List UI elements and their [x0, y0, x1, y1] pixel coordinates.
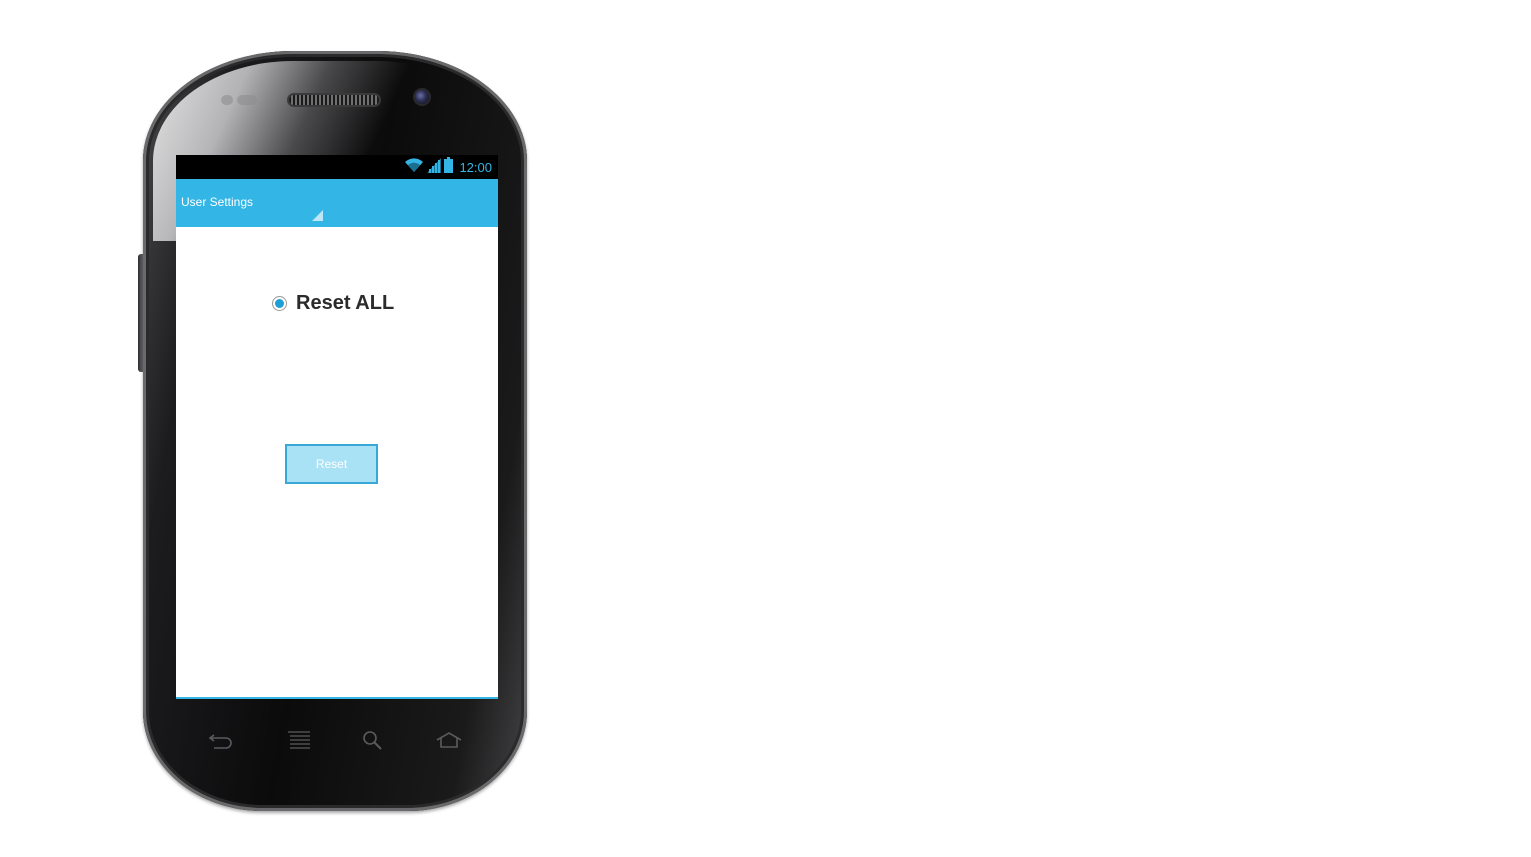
reset-all-radio[interactable]: Reset ALL: [272, 292, 394, 315]
front-camera: [415, 90, 429, 104]
radio-button[interactable]: [272, 296, 287, 311]
battery-icon: [444, 156, 454, 178]
menu-icon[interactable]: [284, 728, 314, 752]
screen-bottom-divider: [176, 697, 498, 699]
status-time: 12:00: [459, 159, 492, 175]
radio-label[interactable]: Reset ALL: [296, 292, 394, 315]
canvas: 12:00 User Settings Reset ALL Reset: [0, 0, 1531, 857]
wifi-icon: [404, 157, 424, 178]
device-screen: 12:00 User Settings Reset ALL Reset: [176, 155, 498, 699]
reset-button[interactable]: Reset: [285, 444, 378, 484]
radio-checked-dot: [275, 299, 284, 308]
action-bar-title[interactable]: User Settings: [181, 195, 253, 209]
cell-signal-icon: [427, 157, 442, 178]
spinner-corner-icon[interactable]: [312, 210, 323, 221]
earpiece-speaker: [289, 95, 379, 105]
action-bar: User Settings: [176, 179, 498, 227]
status-icons: 12:00: [404, 156, 492, 178]
status-bar: 12:00: [176, 155, 498, 179]
home-icon[interactable]: [434, 728, 464, 752]
proximity-sensor: [221, 95, 233, 105]
search-icon[interactable]: [358, 728, 388, 752]
light-sensor: [237, 95, 257, 105]
back-icon[interactable]: [206, 728, 236, 752]
